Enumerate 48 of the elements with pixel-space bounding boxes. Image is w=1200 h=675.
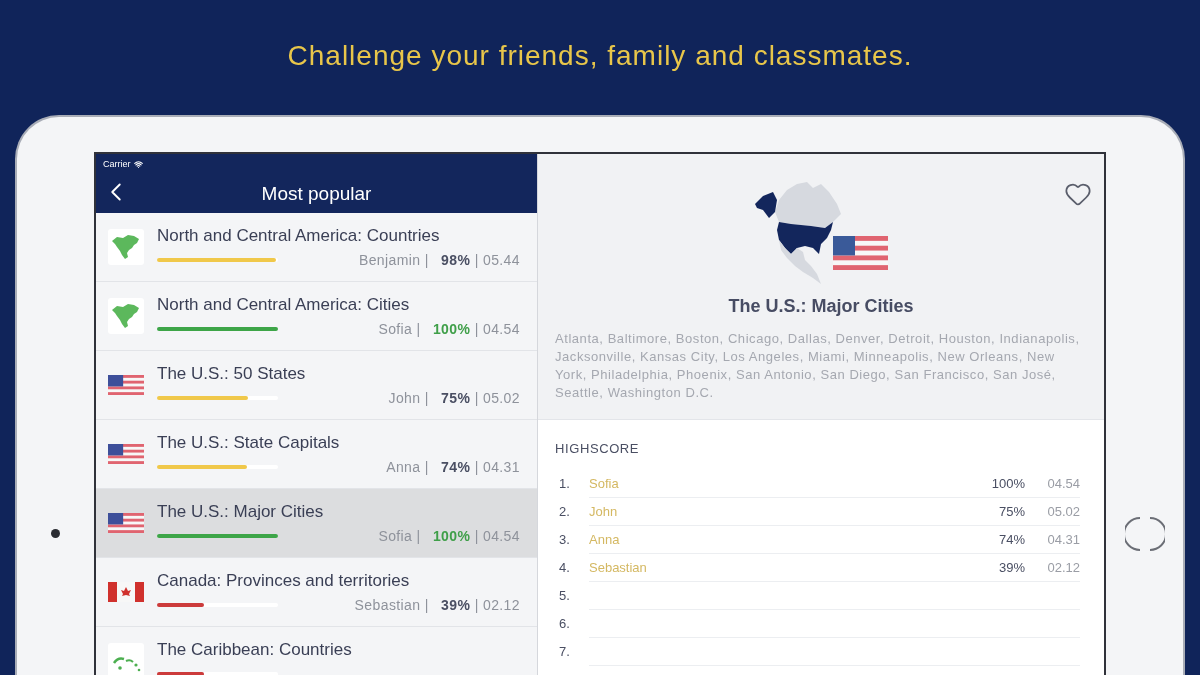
best-score-text: Benjamin | 98% | 05.44: [358, 252, 520, 268]
rank-number: 5.: [558, 587, 571, 606]
headline: Challenge your friends, family and classmates.: [287, 39, 913, 73]
rank-number: 6.: [558, 615, 571, 634]
score-percent: 39%: [998, 558, 1025, 577]
rank-number: 4.: [558, 559, 571, 578]
canada-flag-icon: [108, 582, 144, 602]
quiz-title: The Caribbean: Countries: [157, 640, 353, 660]
best-score-text: John | 75% | 05.02: [388, 390, 520, 406]
score-time: 02.12: [1046, 558, 1080, 577]
quiz-list-item[interactable]: The U.S.: Major Cities Sofia | 100% | 04.54: [96, 489, 537, 558]
highscore-heading: HIGHSCORE: [555, 441, 641, 457]
player-name: Anna: [589, 530, 620, 549]
quiz-title: North and Central America: Countries: [157, 226, 441, 246]
player-name: Sebastian: [589, 558, 647, 577]
north-america-map-icon: [108, 229, 144, 265]
rank-number: 2.: [558, 503, 571, 522]
quiz-heading: The U.S.: Major Cities: [727, 295, 915, 317]
score-time: 04.54: [1046, 474, 1080, 493]
us-flag-icon: [108, 513, 144, 533]
best-score-text: Anna | 74% | 04.31: [386, 459, 520, 475]
north-america-map-icon: [108, 298, 144, 334]
rank-number: 3.: [558, 531, 571, 550]
player-name: John: [589, 502, 618, 521]
quiz-title: North and Central America: Cities: [157, 295, 411, 315]
us-flag-icon: [108, 375, 144, 395]
navigation-title: Most popular: [260, 181, 373, 206]
best-score-text: Sebastian | 39% | 02.12: [354, 597, 520, 613]
rank-number: 7.: [558, 643, 571, 662]
best-score-text: Sofia | 100% | 04.54: [378, 321, 520, 337]
quiz-description: Atlanta, Baltimore, Boston, Chicago, Dallas, Denver, Detroit, Houston, Indianapolis, Jacksonville, Kansas City, Los Angeles, Miami, Minneapolis, New Orleans, New York, Philadelphia, Phoenix, San Antonio, San Diego, San Francisco, San José, Seattle, Washington D.C.: [554, 330, 1081, 402]
best-score-text: Sofia | 100% | 04.54: [378, 528, 520, 544]
us-flag-icon: [108, 444, 144, 464]
caribbean-map-icon: [108, 643, 144, 675]
quiz-title: The U.S.: State Capitals: [157, 433, 341, 453]
player-name: Sofia: [589, 474, 619, 493]
home-button-icon: [1124, 514, 1165, 554]
score-time: 04.31: [1046, 530, 1080, 549]
score-percent: 75%: [998, 502, 1025, 521]
quiz-title: The U.S.: 50 States: [157, 364, 307, 384]
score-percent: 74%: [998, 530, 1025, 549]
score-percent: 100%: [991, 474, 1025, 493]
quiz-title: Canada: Provinces and territories: [157, 571, 411, 591]
carrier-label: Carrier: [103, 159, 131, 169]
score-time: 05.02: [1046, 502, 1080, 521]
rank-number: 1.: [558, 475, 571, 494]
quiz-title: The U.S.: Major Cities: [157, 502, 325, 522]
wifi-icon: [133, 159, 143, 169]
